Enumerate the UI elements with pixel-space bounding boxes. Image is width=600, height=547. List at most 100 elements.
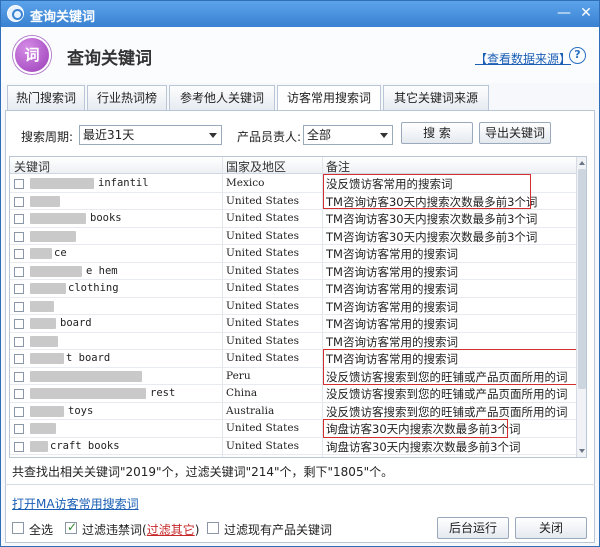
- region-cell: United States: [226, 264, 299, 277]
- row-checkbox[interactable]: [14, 179, 24, 189]
- table-row[interactable]: United States TM咨询访客常用的搜索词: [10, 298, 576, 315]
- note-cell: 没反馈访客搜索到您的旺铺或产品页面所用的词: [326, 404, 568, 419]
- row-checkbox[interactable]: [14, 424, 24, 434]
- scroll-thumb[interactable]: [578, 169, 586, 389]
- keyword-cell: infantil: [98, 177, 149, 189]
- keyword-cell: ce: [54, 247, 67, 259]
- tab-reference-others[interactable]: 参考他人关键词: [169, 85, 275, 110]
- region-cell: China: [226, 387, 258, 399]
- close-button[interactable]: 关闭: [515, 517, 587, 539]
- table-row[interactable]: clothing United States TM咨询访客常用的搜索词: [10, 280, 576, 298]
- table-row[interactable]: e hem United States TM咨询访客常用的搜索词: [10, 263, 576, 280]
- region-cell: United States: [226, 194, 299, 207]
- region-cell: United States: [226, 422, 299, 434]
- owner-value: 全部: [307, 128, 332, 142]
- table-header: 关键词 国家及地区 备注: [10, 157, 576, 174]
- redacted-text: [30, 265, 82, 277]
- note-cell: 没反馈访客搜索到您的旺铺或产品页面所用的词: [326, 387, 568, 401]
- row-checkbox[interactable]: [14, 354, 24, 364]
- redacted-text: [30, 388, 146, 399]
- header: 词 查询关键词 【查看数据来源】 ?: [1, 27, 599, 83]
- owner-label: 产品员责人:: [237, 130, 302, 144]
- table-row[interactable]: toys Australia 没反馈访客搜索到您的旺铺或产品页面所用的词: [10, 403, 576, 420]
- redacted-text: [30, 370, 142, 382]
- row-checkbox[interactable]: [14, 389, 24, 399]
- table-row[interactable]: United States TM咨询访客常用的搜索词: [10, 333, 576, 350]
- table-row[interactable]: craft books United States 询盘访客30天内搜索次数最多…: [10, 438, 576, 455]
- keyword-cell: craft books: [50, 439, 120, 452]
- page-title: 查询关键词: [67, 49, 152, 69]
- column-keyword[interactable]: 关键词: [14, 158, 50, 175]
- highlight-box: [323, 419, 508, 438]
- row-checkbox[interactable]: [14, 336, 24, 347]
- note-cell: 询盘访客30天内搜索次数最多前3个词: [326, 439, 521, 454]
- row-checkbox[interactable]: [14, 441, 24, 452]
- search-button[interactable]: 搜 索: [401, 122, 473, 144]
- redacted-text: [30, 405, 64, 417]
- region-cell: United States: [226, 317, 299, 329]
- region-cell: United States: [226, 212, 299, 224]
- help-icon[interactable]: ?: [569, 47, 586, 64]
- data-source-link[interactable]: 【查看数据来源】: [475, 50, 571, 67]
- minimize-icon[interactable]: —: [555, 5, 573, 21]
- scroll-up-icon[interactable]: [579, 161, 585, 165]
- redacted-text: [30, 423, 56, 434]
- row-checkbox[interactable]: [14, 196, 24, 207]
- highlight-box: [323, 174, 531, 209]
- owner-select[interactable]: 全部: [303, 125, 393, 145]
- region-cell: Peru: [226, 369, 251, 382]
- period-select[interactable]: 最近31天: [79, 125, 222, 145]
- filter-banned-checkbox[interactable]: [65, 520, 77, 534]
- row-checkbox[interactable]: [14, 266, 24, 277]
- filter-banned-close: ): [194, 523, 200, 537]
- redacted-text: [30, 230, 76, 242]
- tab-visitor-search[interactable]: 访客常用搜索词: [277, 85, 381, 111]
- region-cell: United States: [226, 299, 299, 312]
- redacted-text: [30, 353, 64, 364]
- filter-other-link[interactable]: 过滤其它: [147, 523, 195, 537]
- open-ma-visitor-link[interactable]: 打开MA访客常用搜索词: [12, 495, 139, 512]
- region-cell: United States: [226, 229, 299, 242]
- row-checkbox[interactable]: [14, 406, 24, 417]
- region-cell: United States: [226, 247, 299, 259]
- scroll-down-icon[interactable]: [579, 449, 585, 453]
- region-cell: United States: [226, 439, 299, 452]
- row-checkbox[interactable]: [14, 249, 24, 259]
- column-note[interactable]: 备注: [326, 158, 350, 175]
- title-bar[interactable]: 查询关键词 — ✕: [1, 1, 599, 27]
- note-cell: TM咨询访客常用的搜索词: [326, 247, 458, 261]
- table-row[interactable]: rest China 没反馈访客搜索到您的旺铺或产品页面所用的词: [10, 385, 576, 403]
- row-checkbox[interactable]: [14, 301, 24, 312]
- row-checkbox[interactable]: [14, 319, 24, 329]
- table-row[interactable]: ce United States TM咨询访客常用的搜索词: [10, 245, 576, 263]
- tab-hot-search[interactable]: 热门搜索词: [7, 85, 85, 110]
- table-row[interactable]: United States TM咨询访客30天内搜索次数最多前3个词: [10, 228, 576, 245]
- column-region[interactable]: 国家及地区: [226, 158, 286, 175]
- redacted-text: [30, 178, 94, 189]
- row-checkbox[interactable]: [14, 284, 24, 294]
- note-cell: TM咨询访客常用的搜索词: [326, 334, 458, 349]
- tab-industry-hot[interactable]: 行业热词榜: [87, 85, 167, 110]
- row-checkbox[interactable]: [14, 371, 24, 382]
- keyword-cell: rest: [150, 387, 176, 399]
- run-background-button[interactable]: 后台运行: [437, 517, 509, 539]
- vertical-scrollbar[interactable]: [576, 157, 586, 457]
- select-all-checkbox[interactable]: [12, 522, 24, 534]
- period-label: 搜索周期:: [21, 130, 74, 144]
- note-cell: TM咨询访客常用的搜索词: [326, 264, 458, 279]
- row-checkbox[interactable]: [14, 214, 24, 224]
- note-cell: TM咨询访客30天内搜索次数最多前3个词: [326, 229, 538, 244]
- filter-existing-checkbox[interactable]: [207, 522, 219, 534]
- table-row[interactable]: board United States TM咨询访客常用的搜索词: [10, 315, 576, 333]
- redacted-text: [30, 335, 58, 347]
- row-checkbox[interactable]: [14, 231, 24, 242]
- redacted-text: [30, 213, 86, 224]
- tab-other-sources[interactable]: 其它关键词来源: [383, 85, 489, 110]
- select-all-label: 全选: [29, 523, 54, 537]
- redacted-text: [30, 283, 66, 294]
- keyword-cell: board: [60, 317, 92, 329]
- close-icon[interactable]: ✕: [577, 5, 595, 21]
- table-row[interactable]: books United States TM咨询访客30天内搜索次数最多前3个词: [10, 210, 576, 228]
- region-cell: Mexico: [226, 177, 265, 189]
- export-keywords-button[interactable]: 导出关键词: [479, 122, 551, 144]
